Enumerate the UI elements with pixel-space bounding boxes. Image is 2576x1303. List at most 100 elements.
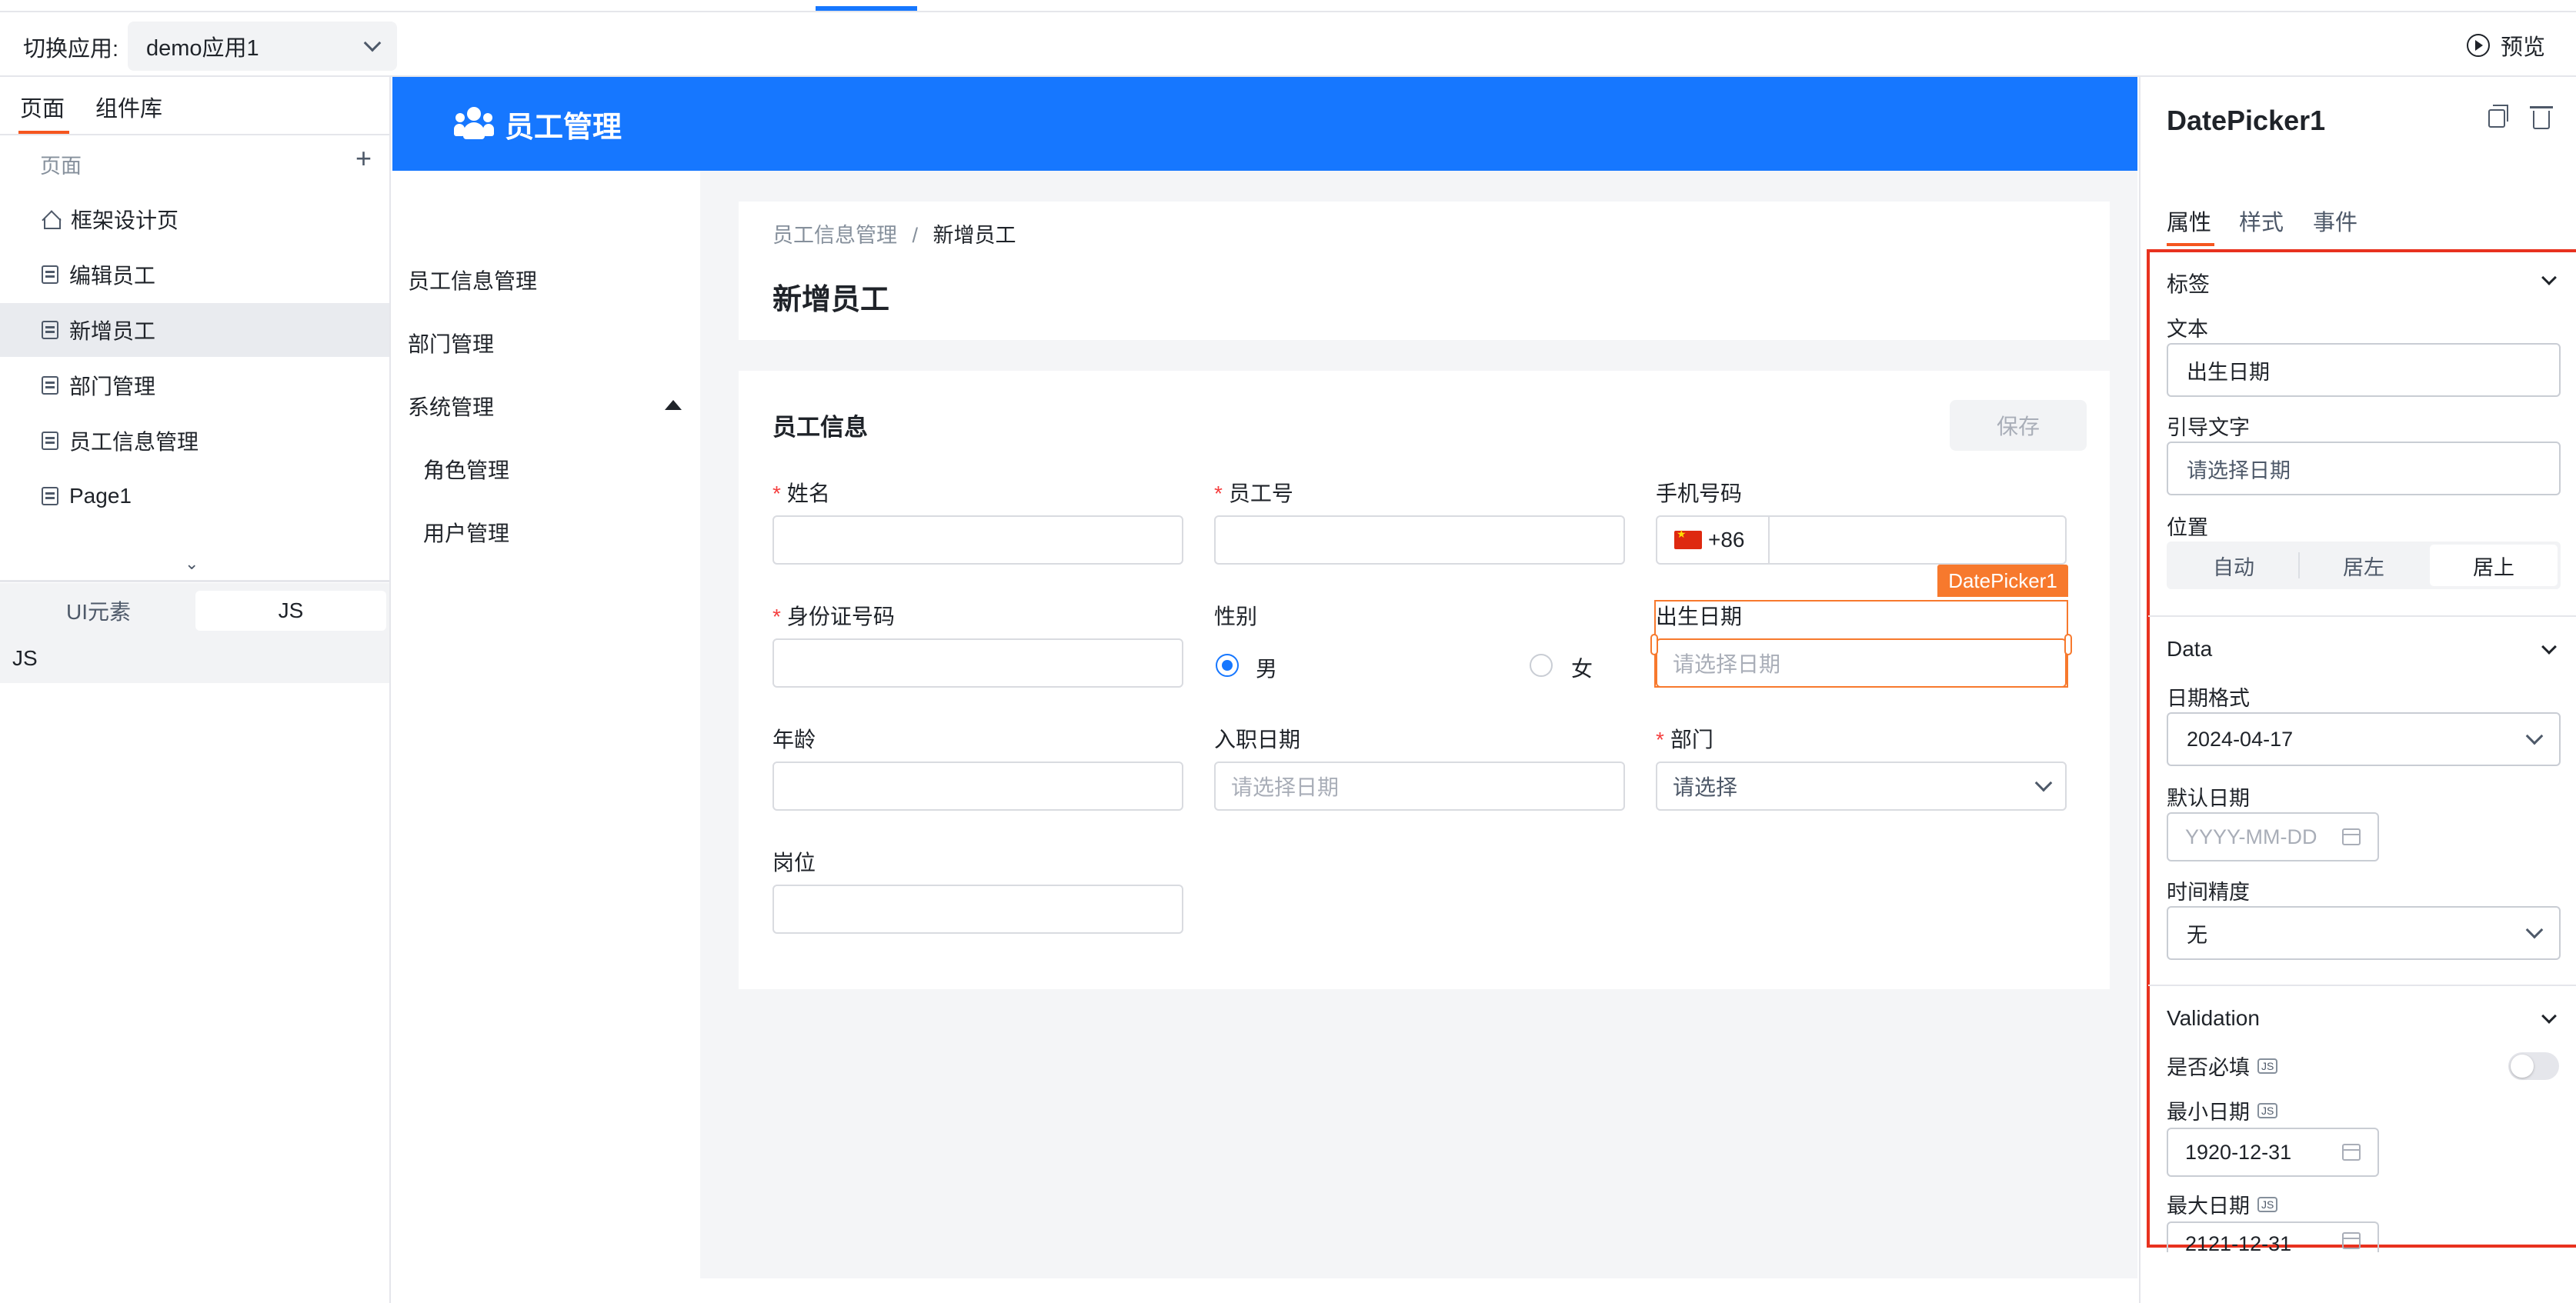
page-item-label: 员工信息管理: [69, 430, 199, 454]
format-select[interactable]: 2024-04-17: [2167, 712, 2561, 766]
id-label: * 身份证号码: [772, 605, 895, 628]
caret-up-icon[interactable]: [665, 400, 682, 410]
text-input[interactable]: 出生日期: [2167, 343, 2561, 397]
section-divider: [2148, 985, 2576, 986]
tab-properties[interactable]: 属性: [2167, 205, 2211, 237]
page-icon: [42, 376, 58, 395]
js-badge[interactable]: JS: [2257, 1058, 2278, 1074]
phone-label: 手机号码: [1656, 482, 1743, 505]
position-auto[interactable]: 自动: [2170, 545, 2297, 586]
empno-label: * 员工号: [1214, 482, 1293, 505]
section-divider: [2148, 615, 2576, 617]
js-badge[interactable]: JS: [2257, 1196, 2278, 1212]
page-item[interactable]: 部门管理: [0, 358, 389, 412]
precision-select[interactable]: 无: [2167, 906, 2561, 960]
hint-input[interactable]: 请选择日期: [2167, 442, 2561, 495]
calendar-icon: [2342, 1232, 2361, 1249]
phone-input[interactable]: +86: [1656, 515, 2067, 565]
position-top[interactable]: 居上: [2430, 545, 2558, 586]
hire-date-placeholder: 请选择日期: [1231, 775, 1340, 799]
breadcrumb-parent[interactable]: 员工信息管理: [772, 224, 897, 247]
position-segment: 自动 居左 居上: [2167, 542, 2561, 589]
page-item-label: 新增员工: [69, 319, 156, 343]
pages-header: 页面: [40, 155, 82, 178]
format-label: 日期格式: [2167, 687, 2250, 710]
app-switch-label: 切换应用:: [23, 37, 119, 62]
section-data-header[interactable]: Data: [2167, 637, 2212, 661]
left-bottom-segment: UI元素 JS: [0, 583, 389, 637]
page-item-label: 编辑员工: [69, 264, 156, 288]
default-date-picker[interactable]: YYYY-MM-DD: [2167, 812, 2379, 861]
menu-item-employee-info[interactable]: 员工信息管理: [408, 265, 537, 295]
menu-item-department[interactable]: 部门管理: [408, 328, 494, 358]
tab-pages[interactable]: 页面: [20, 91, 65, 123]
chevron-down-icon: [2525, 921, 2544, 939]
hire-date-picker[interactable]: 请选择日期: [1214, 761, 1625, 811]
china-flag-icon: [1674, 528, 1702, 549]
breadcrumb-card: 员工信息管理 / 新增员工 新增员工: [739, 202, 2110, 340]
min-date-picker[interactable]: 1920-12-31: [2167, 1128, 2379, 1177]
min-date-value: 1920-12-31: [2185, 1140, 2292, 1164]
js-list-item[interactable]: JS: [0, 637, 389, 683]
page-item[interactable]: Page1: [0, 469, 389, 523]
save-button[interactable]: 保存: [1950, 400, 2087, 451]
js-badge[interactable]: JS: [2257, 1102, 2278, 1118]
segment-js[interactable]: JS: [195, 591, 386, 631]
segment-ui-elements[interactable]: UI元素: [3, 591, 194, 631]
calendar-icon: [2342, 1144, 2361, 1161]
empno-input[interactable]: [1214, 515, 1625, 565]
collapse-chevron-icon[interactable]: ⌄: [185, 554, 199, 574]
position-label: 位置: [2167, 516, 2208, 539]
min-date-label: 最小日期 JS: [2167, 1095, 2278, 1125]
precision-value: 无: [2187, 923, 2207, 947]
required-toggle[interactable]: [2508, 1052, 2559, 1080]
tab-events[interactable]: 事件: [2313, 205, 2357, 237]
add-page-icon[interactable]: +: [355, 145, 372, 172]
post-label: 岗位: [772, 851, 816, 875]
selected-component-tag: DatePicker1: [1937, 565, 2068, 597]
top-bar: 切换应用: demo应用1 预览: [0, 0, 2576, 77]
resize-handle-right[interactable]: [2064, 634, 2072, 655]
post-input[interactable]: [772, 885, 1183, 934]
max-date-picker[interactable]: 2121-12-31: [2167, 1221, 2379, 1252]
tab-components[interactable]: 组件库: [95, 91, 162, 123]
app-title: 员工管理: [505, 111, 622, 144]
age-label: 年龄: [772, 728, 816, 751]
page-item-label: 框架设计页: [71, 208, 179, 232]
app-switch-select[interactable]: demo应用1: [128, 22, 397, 71]
position-left[interactable]: 居左: [2300, 545, 2428, 586]
resize-handle-left[interactable]: [1650, 634, 1658, 655]
copy-icon[interactable]: [2488, 105, 2508, 128]
tab-styles[interactable]: 样式: [2239, 205, 2284, 237]
preview-label: 预览: [2500, 35, 2545, 60]
page-item[interactable]: 框架设计页: [0, 192, 389, 246]
tab-underline: [18, 131, 69, 134]
form-title: 员工信息: [772, 414, 868, 441]
menu-item-system[interactable]: 系统管理: [408, 391, 494, 422]
menu-item-users[interactable]: 用户管理: [423, 517, 509, 548]
phone-prefix-select[interactable]: +86: [1657, 517, 1770, 563]
panel-divider[interactable]: [0, 580, 389, 582]
dept-select[interactable]: 请选择: [1656, 761, 2067, 811]
section-validation-header[interactable]: Validation: [2167, 1006, 2260, 1031]
gender-male-radio[interactable]: [1216, 654, 1239, 677]
name-label: * 姓名: [772, 482, 830, 505]
preview-button[interactable]: 预览: [2466, 29, 2545, 62]
page-item[interactable]: 编辑员工: [0, 248, 389, 302]
id-input[interactable]: [772, 638, 1183, 688]
section-label-header[interactable]: 标签: [2167, 268, 2210, 298]
max-date-value: 2121-12-31: [2185, 1232, 2292, 1252]
chevron-down-icon: [2034, 774, 2053, 792]
page-item-selected[interactable]: 新增员工: [0, 303, 389, 357]
page-item[interactable]: 员工信息管理: [0, 414, 389, 468]
name-input[interactable]: [772, 515, 1183, 565]
page-icon: [42, 321, 58, 339]
trash-icon[interactable]: [2530, 106, 2553, 129]
menu-item-roles[interactable]: 角色管理: [423, 454, 509, 485]
page-title: 新增员工: [772, 284, 890, 316]
age-input[interactable]: [772, 761, 1183, 811]
selected-component-frame[interactable]: [1654, 600, 2068, 688]
breadcrumb-separator: /: [912, 224, 919, 247]
gender-female-radio[interactable]: [1530, 654, 1553, 677]
default-date-placeholder: YYYY-MM-DD: [2185, 825, 2317, 848]
